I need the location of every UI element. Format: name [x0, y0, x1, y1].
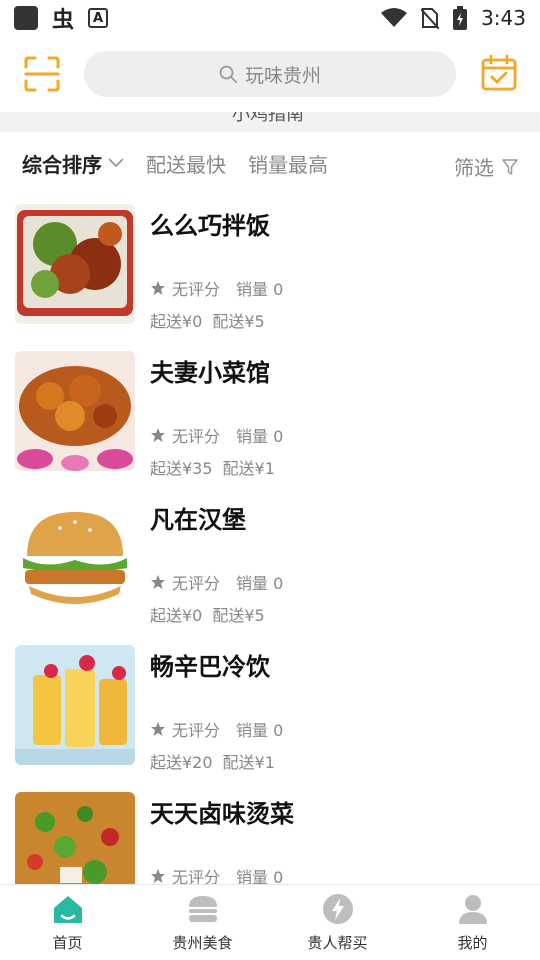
rating-text: 无评分	[172, 280, 221, 299]
rating-text: 无评分	[172, 427, 221, 446]
nav-label: 首页	[52, 934, 83, 952]
store-image	[15, 498, 135, 618]
sales-text: 销量 0	[236, 721, 284, 740]
filter-icon	[502, 158, 518, 175]
store-list: 么么巧拌饭 无评分 销量 0 起送¥0 配送¥5 夫妻小菜馆 无评分 销量 0	[0, 200, 540, 935]
store-meta: 无评分 销量 0	[150, 717, 283, 741]
chevron-down-icon	[108, 158, 124, 168]
store-name: 么么巧拌饭	[150, 212, 270, 240]
min-order: 起送¥20	[150, 753, 213, 772]
clock: 3:43	[481, 6, 526, 30]
store-name: 凡在汉堡	[150, 506, 246, 534]
nav-home[interactable]: 首页	[0, 885, 135, 960]
rating-text: 无评分	[172, 721, 221, 740]
status-bar: 虫 A 3:43	[0, 0, 540, 36]
store-name: 畅辛巴冷饮	[150, 653, 270, 681]
delivery-fee: 配送¥1	[222, 459, 275, 478]
home-icon	[53, 896, 82, 923]
filter-button[interactable]: 筛选	[454, 152, 518, 181]
sort-bar: 综合排序 配送最快 销量最高 筛选	[0, 132, 540, 194]
store-item[interactable]: 凡在汉堡 无评分 销量 0 起送¥0 配送¥5	[0, 494, 540, 641]
rating-text: 无评分	[172, 574, 221, 593]
nav-guizhou-food[interactable]: 贵州美食	[135, 885, 270, 960]
store-meta: 无评分 销量 0	[150, 570, 283, 594]
nav-label: 贵州美食	[172, 934, 233, 952]
sales-text: 销量 0	[236, 574, 284, 593]
store-image	[15, 645, 135, 765]
search-placeholder: 玩味贵州	[244, 64, 321, 87]
delivery-fee: 配送¥5	[212, 312, 265, 331]
sort-label: 配送最快	[146, 152, 226, 177]
store-fees: 起送¥35 配送¥1	[150, 455, 275, 479]
nav-buy-for-me[interactable]: 贵人帮买	[270, 885, 405, 960]
store-meta: 无评分 销量 0	[150, 423, 283, 447]
user-icon	[458, 895, 487, 924]
min-order: 起送¥35	[150, 459, 213, 478]
sort-top-sales[interactable]: 销量最高	[248, 149, 328, 178]
min-order: 起送¥0	[150, 312, 203, 331]
delivery-fee: 配送¥5	[212, 606, 265, 625]
filter-label: 筛选	[454, 156, 494, 180]
store-meta: 无评分 销量 0	[150, 276, 283, 300]
scan-icon[interactable]	[24, 56, 60, 92]
sort-fastest[interactable]: 配送最快	[146, 149, 226, 178]
nav-label: 我的	[457, 934, 488, 952]
store-item[interactable]: 夫妻小菜馆 无评分 销量 0 起送¥35 配送¥1	[0, 347, 540, 494]
store-fees: 起送¥20 配送¥1	[150, 749, 275, 773]
store-fees: 起送¥0 配送¥5	[150, 308, 265, 332]
store-image	[15, 204, 135, 324]
star-icon	[151, 869, 165, 883]
sales-text: 销量 0	[236, 427, 284, 446]
sort-label: 销量最高	[248, 152, 328, 177]
min-order: 起送¥0	[150, 606, 203, 625]
banner-text: 小鸡指南	[232, 112, 304, 125]
nav-label: 贵人帮买	[307, 934, 368, 952]
burger-icon	[188, 896, 217, 922]
search-bar[interactable]: 玩味贵州	[84, 51, 456, 97]
nav-profile[interactable]: 我的	[405, 885, 540, 960]
banner-strip: 小鸡指南	[0, 112, 540, 132]
star-icon	[151, 722, 165, 736]
lightning-icon	[322, 894, 353, 924]
sales-text: 销量 0	[236, 280, 284, 299]
bug-icon: 虫	[52, 8, 75, 33]
store-name: 天天卤味烫菜	[150, 800, 294, 828]
store-name: 夫妻小菜馆	[150, 359, 270, 387]
store-item[interactable]: 么么巧拌饭 无评分 销量 0 起送¥0 配送¥5	[0, 200, 540, 347]
bottom-nav: 首页 贵州美食 贵人帮买 我的	[0, 884, 540, 960]
store-item[interactable]: 畅辛巴冷饮 无评分 销量 0 起送¥20 配送¥1	[0, 641, 540, 788]
top-header: 玩味贵州	[0, 36, 540, 112]
sort-comprehensive[interactable]: 综合排序	[22, 149, 124, 178]
battery-icon	[453, 6, 468, 30]
search-icon	[219, 65, 237, 83]
no-sim-icon	[421, 8, 440, 29]
delivery-fee: 配送¥1	[222, 753, 275, 772]
wifi-icon	[381, 8, 408, 27]
a-icon: A	[88, 8, 109, 28]
star-icon	[151, 281, 165, 295]
store-image	[15, 351, 135, 471]
store-fees: 起送¥0 配送¥5	[150, 602, 265, 626]
star-icon	[151, 575, 165, 589]
calendar-check-icon[interactable]	[480, 54, 518, 92]
app-icon	[14, 6, 38, 30]
sort-label: 综合排序	[22, 152, 102, 177]
star-icon	[151, 428, 165, 442]
